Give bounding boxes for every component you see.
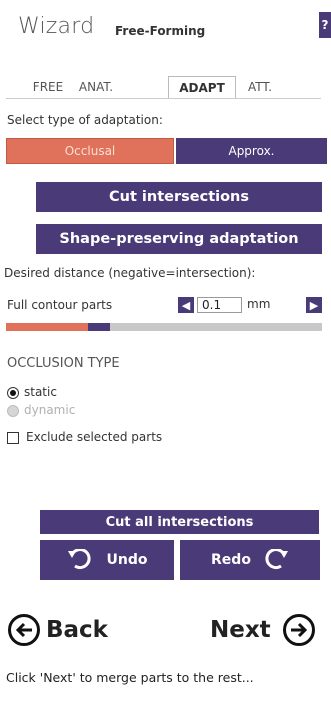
next-button[interactable]: Next [210, 617, 271, 643]
back-button[interactable]: Back [46, 617, 108, 643]
chevron-left-icon: ◀ [181, 298, 191, 312]
distance-slider-fill [6, 323, 88, 331]
tab-att[interactable]: ATT. [238, 76, 282, 98]
cut-intersections-button[interactable]: Cut intersections [36, 182, 322, 212]
footer-hint: Click 'Next' to merge parts to the rest.… [6, 670, 254, 685]
tab-anat[interactable]: ANAT. [72, 76, 120, 98]
adaptation-prompt: Select type of adaptation: [7, 113, 163, 127]
redo-icon [265, 549, 288, 570]
chevron-right-icon: ▶ [309, 298, 319, 312]
next-button-icon[interactable] [283, 614, 315, 646]
occlusion-type-title: OCCLUSION TYPE [7, 356, 120, 371]
cut-all-intersections-button[interactable]: Cut all intersections [40, 510, 319, 534]
tab-free[interactable]: FREE [28, 76, 68, 98]
distance-label: Desired distance (negative=intersection)… [4, 266, 256, 280]
arrow-right-circle-icon [291, 622, 308, 638]
contour-label: Full contour parts [7, 298, 113, 312]
tab-adapt[interactable]: ADAPT [168, 76, 236, 99]
undo-icon [67, 549, 91, 570]
static-label: static [24, 385, 57, 399]
approx-option[interactable]: Approx. [176, 138, 327, 164]
shape-preserving-adaptation-button[interactable]: Shape-preserving adaptation [36, 224, 322, 254]
distance-unit: mm [247, 297, 271, 311]
arrow-left-circle-icon [15, 622, 32, 638]
wizard-title: Wizard [18, 14, 95, 39]
static-radio[interactable] [7, 387, 19, 399]
redo-button[interactable]: Redo [180, 540, 320, 580]
occlusal-option[interactable]: Occlusal [6, 138, 174, 164]
decrease-button[interactable]: ◀ [178, 297, 194, 313]
undo-button[interactable]: Undo [40, 540, 174, 580]
wizard-subtitle: Free-Forming [115, 24, 206, 38]
redo-label: Redo [211, 552, 251, 568]
help-button[interactable]: ? [319, 12, 331, 38]
help-icon: ? [321, 18, 329, 32]
dynamic-radio [7, 405, 19, 417]
increase-button[interactable]: ▶ [306, 297, 322, 313]
distance-slider-handle[interactable] [88, 323, 110, 331]
exclude-parts-label: Exclude selected parts [26, 430, 163, 444]
exclude-parts-checkbox[interactable] [7, 432, 19, 444]
distance-input[interactable]: 0.1 [197, 297, 242, 313]
back-button-icon[interactable] [8, 614, 40, 646]
undo-label: Undo [106, 552, 148, 568]
dynamic-label: dynamic [24, 403, 76, 417]
tab-divider [6, 98, 321, 99]
